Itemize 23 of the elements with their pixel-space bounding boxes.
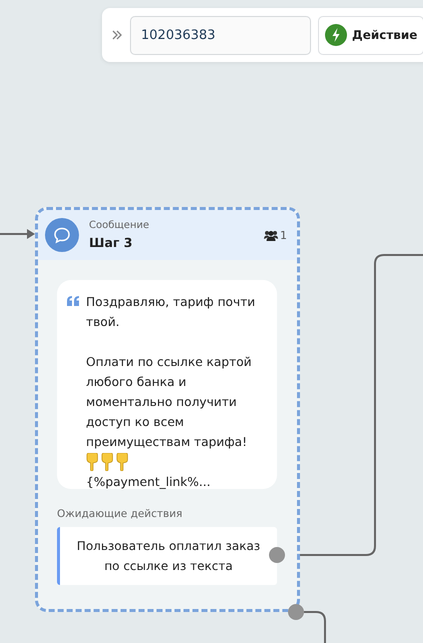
connector-arrow: [0, 229, 35, 239]
pending-action-card[interactable]: Пользователь оплатил заказ по ссылке из текста: [57, 527, 277, 585]
node-title: Шаг 3: [89, 235, 134, 250]
message-variable-text: {%payment_link%...: [86, 474, 212, 491]
chat-bubble-icon: [45, 218, 79, 252]
pointing-hand-icon: [101, 453, 113, 471]
section-label: Ожидающие действия: [57, 508, 184, 520]
subscriber-count: 1: [280, 228, 287, 242]
pointing-hand-icon: [116, 453, 128, 471]
connector-port[interactable]: [288, 604, 304, 620]
pointing-hand-icon: [86, 453, 98, 471]
users-icon: [264, 230, 278, 240]
expand-icon[interactable]: [112, 30, 122, 40]
search-field[interactable]: 102036383: [130, 16, 311, 54]
step-node[interactable]: [35, 207, 300, 612]
message-text: Поздравляю, тариф почти твой. Оплати по ссылке картой любого банка и моментально получити доступ ко всем преимуществам тарифа!: [86, 294, 256, 451]
node-type-label: Сообщение: [89, 220, 150, 231]
message-card[interactable]: Поздравляю, тариф почти твой. Оплати по ссылке картой любого банка и моментально получити доступ ко всем преимуществам тарифа! {%payment_link%...: [57, 280, 277, 489]
quote-icon: [67, 296, 79, 306]
lightning-icon: [325, 24, 347, 46]
pending-action-text: Пользователь оплатил заказ по ссылке из текста: [76, 538, 262, 575]
action-button[interactable]: Действие: [318, 16, 423, 54]
connector-line: [304, 611, 326, 643]
